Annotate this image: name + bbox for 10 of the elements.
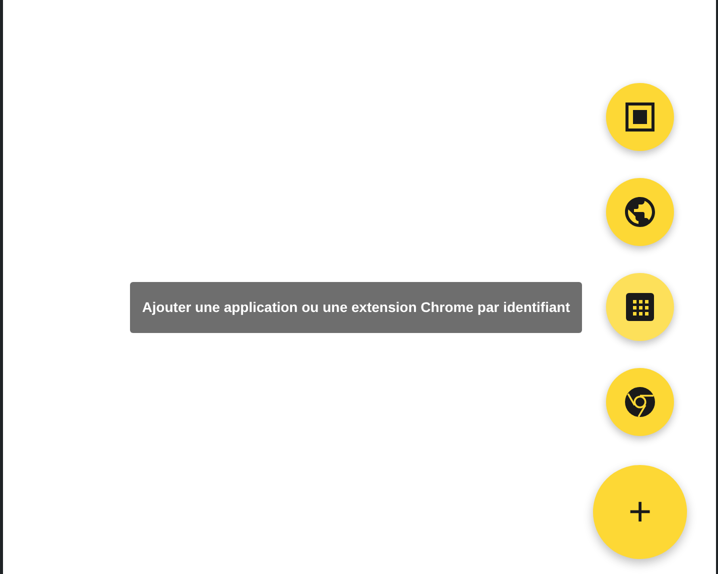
chrome-icon xyxy=(622,384,658,420)
globe-icon xyxy=(622,194,658,230)
square-frame-icon xyxy=(625,102,655,132)
grid-icon xyxy=(625,292,655,322)
action-button[interactable] xyxy=(606,273,674,341)
action-button[interactable] xyxy=(606,178,674,246)
action-button[interactable] xyxy=(606,83,674,151)
tooltip: Ajouter une application ou une extension Chrome par identifiant xyxy=(130,282,582,333)
add-button[interactable]: + xyxy=(593,465,687,559)
action-button[interactable] xyxy=(606,368,674,436)
